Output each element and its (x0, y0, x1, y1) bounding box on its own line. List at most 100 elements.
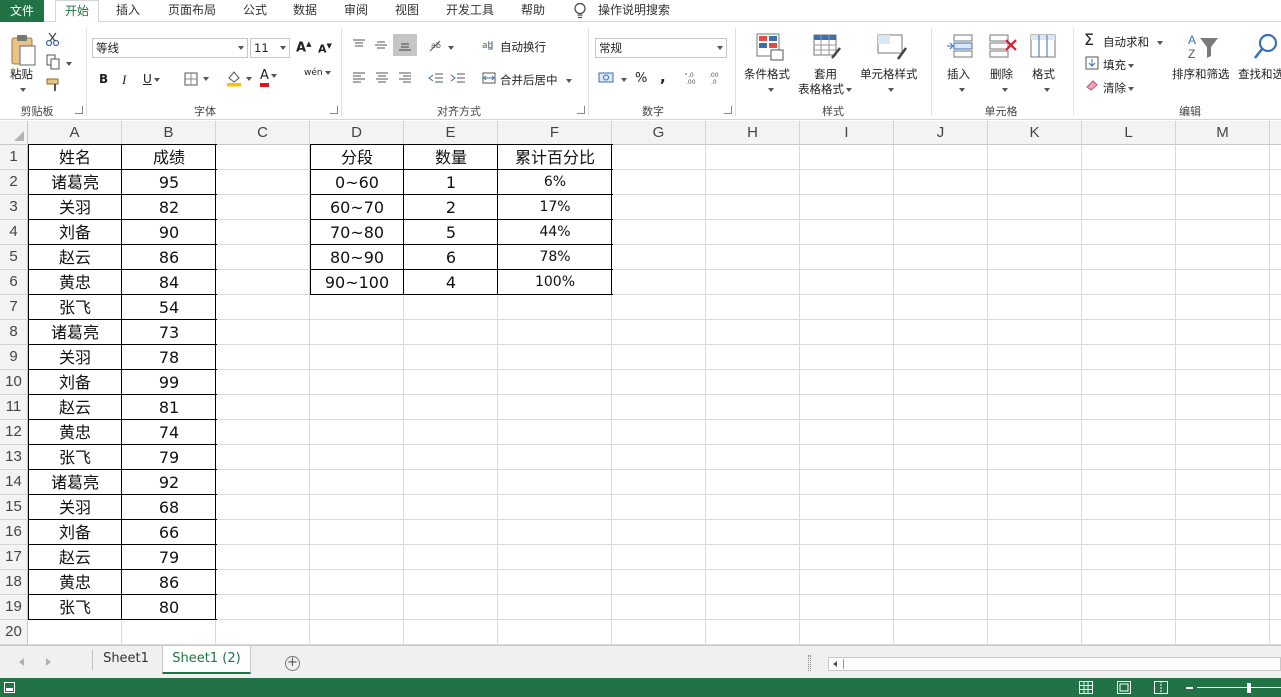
tab-formulas[interactable]: 公式 (235, 0, 275, 22)
column-header-n[interactable]: N (1270, 121, 1281, 145)
row-header-9[interactable]: 9 (0, 345, 28, 370)
row-header-14[interactable]: 14 (0, 470, 28, 495)
column-header-d[interactable]: D (310, 121, 404, 145)
table-cell[interactable]: 赵云 (28, 395, 122, 420)
column-header-m[interactable]: M (1176, 121, 1270, 145)
zoom-slider-thumb[interactable] (1247, 683, 1251, 693)
table-cell[interactable]: 关羽 (28, 495, 122, 520)
table-cell[interactable]: 81 (122, 395, 216, 420)
table-cell[interactable]: 诸葛亮 (28, 470, 122, 495)
font-launcher-icon[interactable] (330, 106, 338, 114)
paste-icon[interactable] (9, 34, 37, 68)
table-cell[interactable]: 100% (498, 270, 612, 295)
table-cell[interactable]: 诸葛亮 (28, 170, 122, 195)
insert-cells-dropdown-icon[interactable] (957, 82, 965, 96)
fill-down-icon[interactable] (1085, 56, 1099, 70)
prev-sheet-icon[interactable] (19, 658, 24, 666)
table-cell[interactable]: 黄忠 (28, 570, 122, 595)
add-sheet-icon[interactable]: + (285, 656, 300, 671)
tab-developer[interactable]: 开发工具 (440, 0, 500, 22)
column-header-g[interactable]: G (612, 121, 706, 145)
column-header-i[interactable]: I (800, 121, 894, 145)
font-size-combo[interactable]: 11 (250, 38, 290, 58)
row-header-18[interactable]: 18 (0, 570, 28, 595)
table-cell[interactable]: 82 (122, 195, 216, 220)
column-header-l[interactable]: L (1082, 121, 1176, 145)
table-cell[interactable]: 2 (404, 195, 498, 220)
fill-color-dropdown-icon[interactable] (244, 71, 252, 85)
table-cell[interactable]: 44% (498, 220, 612, 245)
row-header-7[interactable]: 7 (0, 295, 28, 320)
middle-align-icon[interactable] (374, 38, 388, 52)
number-launcher-icon[interactable] (724, 106, 732, 114)
format-as-table-button[interactable]: 表格格式 (798, 81, 852, 97)
table-cell[interactable]: 关羽 (28, 195, 122, 220)
autosum-icon[interactable]: Σ (1084, 30, 1094, 49)
format-cells-icon[interactable] (1029, 32, 1059, 60)
merge-center-icon[interactable] (482, 71, 496, 85)
table-cell[interactable]: 78% (498, 245, 612, 270)
table-cell[interactable]: 黄忠 (28, 420, 122, 445)
table-cell[interactable]: 66 (122, 520, 216, 545)
decrease-decimal-icon[interactable]: .00.0 (707, 71, 725, 85)
table-cell[interactable]: 关羽 (28, 345, 122, 370)
paste-button[interactable]: 粘贴 (10, 66, 33, 82)
clipboard-launcher-icon[interactable] (75, 106, 83, 114)
table-cell[interactable]: 68 (122, 495, 216, 520)
orientation-dropdown-icon[interactable] (446, 40, 454, 54)
row-header-6[interactable]: 6 (0, 270, 28, 295)
tab-home[interactable]: 开始 (55, 0, 99, 23)
table-cell[interactable]: 1 (404, 170, 498, 195)
table-cell[interactable]: 73 (122, 320, 216, 345)
shrink-font-button[interactable]: A▼ (318, 42, 332, 56)
table-cell[interactable]: 刘备 (28, 220, 122, 245)
table-header-cell[interactable]: 成绩 (122, 145, 216, 170)
find-select-icon[interactable] (1252, 32, 1280, 62)
sheet-tab-sheet1-2[interactable]: Sheet1 (2) (162, 646, 251, 674)
font-color-button[interactable]: A (260, 68, 277, 87)
table-cell[interactable]: 4 (404, 270, 498, 295)
table-cell[interactable]: 80~90 (310, 245, 404, 270)
tab-data[interactable]: 数据 (285, 0, 325, 22)
cut-icon[interactable] (45, 31, 61, 47)
row-header-13[interactable]: 13 (0, 445, 28, 470)
table-header-cell[interactable]: 姓名 (28, 145, 122, 170)
font-name-combo[interactable]: 等线 (92, 38, 248, 58)
row-header-12[interactable]: 12 (0, 420, 28, 445)
bottom-align-active[interactable] (393, 34, 417, 56)
delete-cells-dropdown-icon[interactable] (1000, 82, 1008, 96)
format-as-table-line1[interactable]: 套用 (814, 66, 837, 82)
row-header-10[interactable]: 10 (0, 370, 28, 395)
sheet-tab-sheet1[interactable]: Sheet1 (94, 646, 158, 674)
clear-button[interactable]: 清除 (1103, 80, 1134, 96)
select-all-corner[interactable] (0, 121, 28, 145)
borders-icon[interactable] (184, 72, 198, 86)
format-as-table-icon[interactable] (812, 32, 842, 62)
table-cell[interactable]: 张飞 (28, 595, 122, 620)
zoom-slider[interactable] (1197, 687, 1281, 688)
copy-dropdown-icon[interactable] (64, 56, 72, 70)
table-cell[interactable]: 79 (122, 445, 216, 470)
table-cell[interactable]: 诸葛亮 (28, 320, 122, 345)
worksheet-grid[interactable]: ABCDEFGHIJKLMN 1234567891011121314151617… (0, 121, 1281, 645)
increase-indent-icon[interactable] (450, 72, 466, 84)
page-break-view-icon[interactable] (1154, 681, 1168, 694)
column-header-k[interactable]: K (988, 121, 1082, 145)
table-cell[interactable]: 张飞 (28, 295, 122, 320)
row-header-15[interactable]: 15 (0, 495, 28, 520)
underline-button[interactable]: U (143, 72, 160, 86)
tab-review[interactable]: 审阅 (336, 0, 376, 22)
table-cell[interactable]: 90 (122, 220, 216, 245)
column-header-b[interactable]: B (122, 121, 216, 145)
horizontal-scrollbar[interactable] (828, 657, 1281, 671)
table-cell[interactable]: 赵云 (28, 245, 122, 270)
table-cell[interactable]: 54 (122, 295, 216, 320)
table-cell[interactable]: 0~60 (310, 170, 404, 195)
page-layout-view-icon[interactable] (1117, 681, 1131, 694)
accounting-format-icon[interactable] (598, 71, 616, 85)
format-cells-button[interactable]: 格式 (1032, 66, 1055, 82)
table-cell[interactable]: 70~80 (310, 220, 404, 245)
column-header-f[interactable]: F (498, 121, 612, 145)
row-header-3[interactable]: 3 (0, 195, 28, 220)
table-cell[interactable]: 80 (122, 595, 216, 620)
